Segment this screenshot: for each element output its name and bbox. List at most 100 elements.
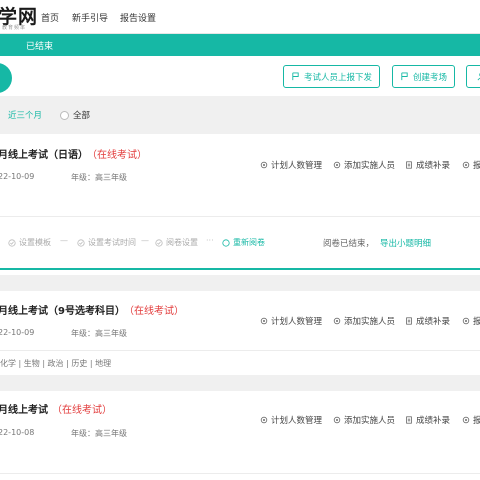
step-separator: — — [141, 236, 149, 245]
tab-ended[interactable]: 已结束 — [26, 39, 53, 52]
step-label: 设置考试时间 — [88, 238, 136, 247]
op-label: 成绩补录 — [416, 161, 451, 171]
add-staff-link[interactable]: 添加实施人员 — [333, 414, 395, 426]
document-icon — [406, 416, 412, 424]
check-circle-icon — [77, 238, 85, 247]
add-staff-link[interactable]: 添加实施人员 — [333, 159, 395, 171]
report-issue-label: 考试人员上报下发 — [303, 72, 372, 83]
check-circle-icon — [8, 238, 16, 247]
logo-subtitle: 教育频率 — [2, 25, 27, 31]
top-bar: 学网 教育频率 首页 新手引导 报告设置 — [0, 0, 480, 34]
flag-icon — [401, 72, 408, 81]
subject-list: 化学 | 生物 | 政治 | 历史 | 地理 — [0, 359, 112, 368]
step-separator: ··· — [206, 236, 214, 245]
op-label: 计划人数管理 — [271, 317, 323, 327]
step-regrade[interactable]: 重新阅卷 — [222, 237, 265, 248]
report-issue-button[interactable]: 考试人员上报下发 — [283, 65, 380, 88]
radio-icon — [60, 110, 69, 120]
exam-grade: 年级：高三年级 — [71, 329, 127, 338]
filter-recent-three-months[interactable]: 近三个月 — [8, 109, 42, 121]
score-entry-link[interactable]: 成绩补录 — [405, 315, 450, 327]
op-label: 报 — [473, 161, 480, 171]
add-circle-button[interactable] — [0, 63, 12, 93]
export-detail-link[interactable]: 导出小题明细 — [380, 237, 431, 249]
exam-date: 22-10-09 — [0, 328, 35, 337]
exam-title[interactable]: 月线上考试（日语） （在线考试） — [0, 146, 147, 161]
op-label: 计划人数管理 — [271, 416, 323, 426]
plan-headcount-link[interactable]: 计划人数管理 — [260, 159, 322, 171]
document-icon — [406, 161, 412, 169]
report-link[interactable]: 报 — [462, 414, 480, 426]
exam-title-text: 月线上考试（日语） — [0, 150, 88, 161]
divider — [0, 473, 480, 474]
op-label: 添加实施人员 — [344, 416, 396, 426]
exam-status: （在线考试） — [52, 405, 112, 416]
step-grading-settings[interactable]: 阅卷设置 — [155, 237, 198, 248]
tab-bar: 已结束 — [0, 34, 480, 56]
op-label: 报 — [473, 317, 480, 327]
plan-headcount-link[interactable]: 计划人数管理 — [260, 315, 322, 327]
gear-icon — [462, 317, 470, 325]
gear-icon — [333, 317, 341, 325]
gear-icon — [462, 416, 470, 424]
op-label: 成绩补录 — [416, 416, 451, 426]
add-staff-link[interactable]: 添加实施人员 — [333, 315, 395, 327]
report-link[interactable]: 报 — [462, 159, 480, 171]
exam-date: 22-10-09 — [0, 172, 35, 181]
document-icon — [406, 317, 412, 325]
gear-icon — [333, 416, 341, 424]
divider — [0, 350, 480, 351]
exam-title-text: 月线上考试（9号选考科目） — [0, 306, 125, 317]
op-label: 添加实施人员 — [344, 317, 396, 327]
gear-icon — [260, 416, 268, 424]
exam-card: 月线上考试（日语） （在线考试） 22-10-09 年级：高三年级 计划人数管理 … — [0, 134, 480, 275]
progress-steps: 设置模板 — 设置考试时间 — 阅卷设置 ··· 重新阅卷 阅卷已结束， 导出小… — [0, 232, 480, 254]
exam-card: 月线上考试 （在线考试） 22-10-08 年级：高三年级 计划人数管理 添加实施… — [0, 391, 480, 480]
filter-all[interactable]: 全部 — [60, 109, 90, 121]
score-entry-link[interactable]: 成绩补录 — [405, 159, 450, 171]
filter-row: 近三个月 全部 — [0, 104, 480, 126]
filter-all-label: 全部 — [73, 111, 91, 121]
person-icon — [477, 72, 480, 81]
card-underline — [0, 268, 480, 270]
grading-ended-text: 阅卷已结束， — [323, 239, 375, 249]
op-label: 报 — [473, 416, 480, 426]
nav-home[interactable]: 首页 — [41, 11, 59, 24]
exam-title[interactable]: 月线上考试（9号选考科目） （在线考试） — [0, 302, 184, 317]
step-set-exam-time[interactable]: 设置考试时间 — [77, 237, 136, 248]
op-label: 添加实施人员 — [344, 161, 396, 171]
gear-icon — [462, 161, 470, 169]
op-label: 计划人数管理 — [271, 161, 323, 171]
filter-recent-label: 近三个月 — [8, 111, 43, 121]
divider — [0, 216, 480, 217]
exam-grade: 年级：高三年级 — [71, 173, 127, 182]
op-label: 成绩补录 — [416, 317, 451, 327]
more-action-button[interactable] — [466, 65, 480, 88]
nav-report-settings[interactable]: 报告设置 — [120, 11, 156, 24]
step-set-template[interactable]: 设置模板 — [8, 237, 51, 248]
exam-title[interactable]: 月线上考试 （在线考试） — [0, 401, 112, 416]
gear-icon — [260, 317, 268, 325]
exam-title-text: 月线上考试 — [0, 405, 48, 416]
gear-icon — [260, 161, 268, 169]
create-room-button[interactable]: 创建考场 — [392, 65, 455, 88]
exam-card: 月线上考试（9号选考科目） （在线考试） 22-10-09 年级：高三年级 计划人… — [0, 291, 480, 375]
step-label: 设置模板 — [19, 238, 51, 247]
card-gap — [0, 375, 480, 391]
exam-date: 22-10-08 — [0, 428, 35, 437]
exam-status: （在线考试） — [92, 150, 147, 161]
step-label: 重新阅卷 — [233, 238, 265, 247]
action-strip: 考试人员上报下发 创建考场 — [0, 56, 480, 96]
card-gap — [0, 275, 480, 291]
exam-grade: 年级：高三年级 — [71, 429, 127, 438]
plan-headcount-link[interactable]: 计划人数管理 — [260, 414, 322, 426]
create-room-label: 创建考场 — [412, 72, 447, 83]
flag-icon — [292, 72, 299, 81]
nav-guide[interactable]: 新手引导 — [72, 11, 108, 24]
score-entry-link[interactable]: 成绩补录 — [405, 414, 450, 426]
exam-status: （在线考试） — [128, 306, 184, 317]
check-circle-icon — [155, 238, 163, 247]
report-link[interactable]: 报 — [462, 315, 480, 327]
circle-icon — [222, 238, 230, 247]
gear-icon — [333, 161, 341, 169]
